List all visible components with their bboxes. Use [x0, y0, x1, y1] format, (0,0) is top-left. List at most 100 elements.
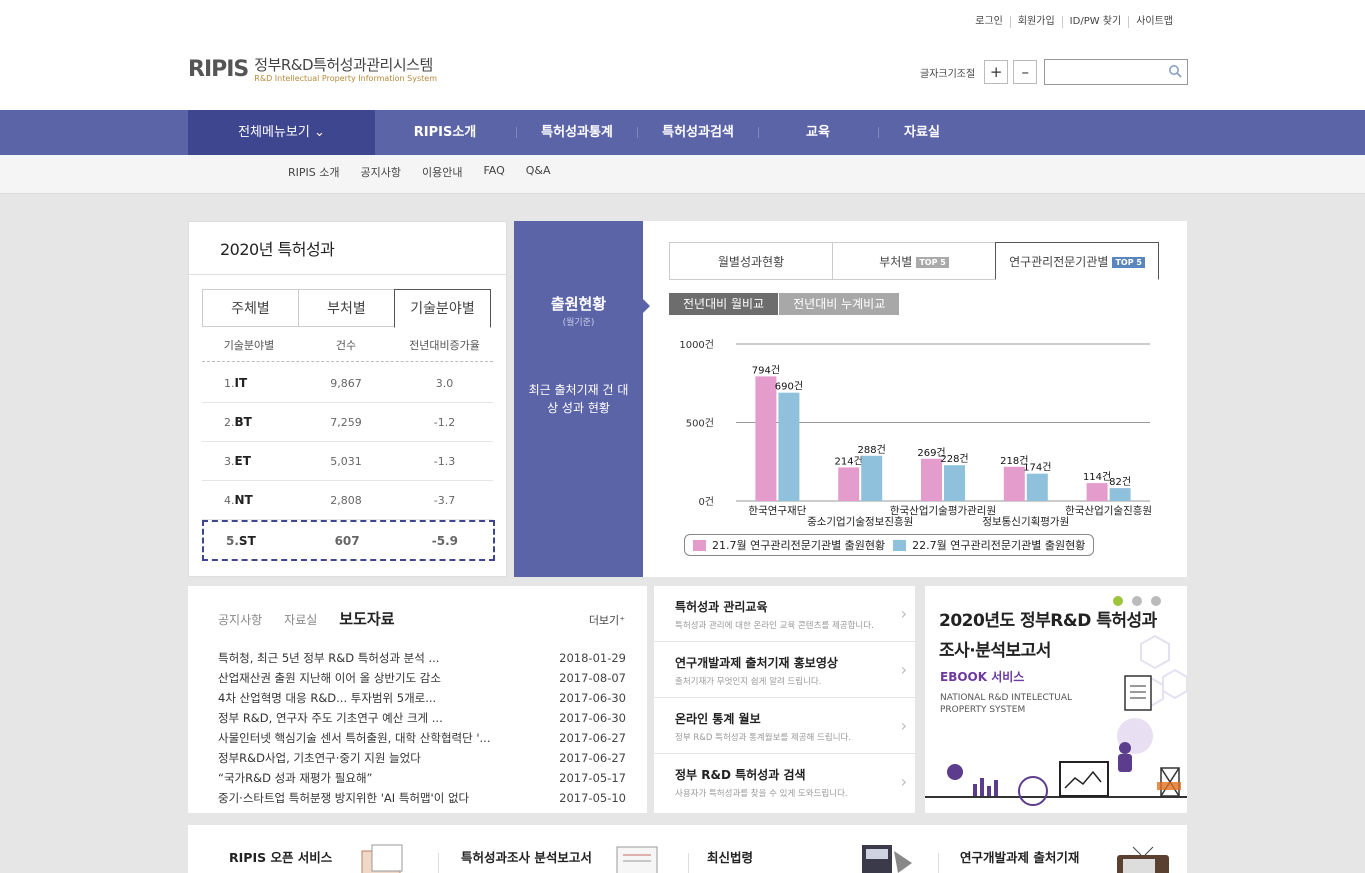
rank: 4.	[224, 494, 235, 507]
data-label: 82건	[1109, 476, 1131, 488]
bar	[1026, 473, 1048, 501]
list-item[interactable]: “국가R&D 성과 재평가 필요해” 2017-05-17	[218, 768, 626, 788]
year-tabs: 주체별 부처별 기술분야별	[202, 289, 491, 328]
quick-link-education[interactable]: 특허성과 관리교육 특허성과 관리에 대한 온라인 교육 콘텐츠를 제공합니다.…	[654, 586, 915, 642]
tech-field: ET	[234, 454, 251, 468]
logo-mark: RIPIS	[188, 57, 249, 82]
bottom-link-latest-laws[interactable]: 최신법령	[707, 847, 753, 866]
y-tick-label: 0건	[698, 496, 714, 508]
login-link[interactable]: 로그인	[968, 16, 1010, 28]
tab-resources[interactable]: 자료실	[284, 611, 317, 628]
link-title: 정부 R&D 특허성과 검색	[675, 768, 806, 782]
news-title[interactable]: 정부 R&D, 연구자 주도 기초연구 예산 크게 ...	[218, 708, 538, 728]
table-row: 4.NT 2,808 -3.7	[202, 481, 493, 520]
rank: 1.	[224, 377, 235, 390]
bottom-link-source-citation[interactable]: 연구개발과제 출처기재	[960, 847, 1079, 866]
find-idpw-link[interactable]: ID/PW 찾기	[1061, 16, 1129, 28]
ground-line	[925, 796, 1187, 798]
subnav-ripis-intro[interactable]: RIPIS 소개	[288, 164, 339, 180]
tab-monthly[interactable]: 월별성과현황	[669, 242, 833, 280]
x-tick-label: 한국산업기술진흥원	[1065, 504, 1152, 517]
join-link[interactable]: 회원가입	[1009, 16, 1062, 28]
sitemap-link[interactable]: 사이트맵	[1128, 16, 1180, 28]
subtab-monthly-compare[interactable]: 전년대비 월비교	[669, 293, 779, 315]
table-header: 기술분야별 건수 전년대비증가율	[202, 337, 493, 362]
subnav-usage-guide[interactable]: 이용안내	[422, 164, 462, 180]
utility-links: 로그인 회원가입 ID/PW 찾기 사이트맵	[968, 16, 1180, 28]
list-item[interactable]: 산업재산권 출원 지난해 이어 올 상반기도 감소 2017-08-07	[218, 668, 626, 688]
search-icon[interactable]	[1168, 64, 1182, 78]
report-icon	[616, 846, 658, 873]
bar	[1109, 488, 1131, 501]
quick-link-search[interactable]: 정부 R&D 특허성과 검색 사용자가 특허성과를 찾을 수 있게 도와드립니다…	[654, 754, 915, 810]
nav-ripis-intro[interactable]: RIPIS소개	[385, 110, 505, 155]
news-title[interactable]: 중기·스타트업 특허분쟁 방지위한 'AI 특허맵'이 없다	[218, 788, 538, 808]
tab-by-ministry[interactable]: 부처별 TOP 5	[832, 242, 996, 280]
tab-press[interactable]: 보도자료	[339, 608, 394, 629]
all-menu-button[interactable]: 전체메뉴보기 ⌄	[188, 110, 375, 155]
bar-graph-icon	[973, 778, 998, 796]
tab-by-tech-field[interactable]: 기술분야별	[394, 289, 491, 328]
subnav-notice[interactable]: 공지사항	[360, 164, 400, 180]
chart-tabs: 월별성과현황 부처별 TOP 5 연구관리전문기관별 TOP 5	[669, 242, 1159, 280]
chevron-right-icon: ›	[900, 716, 907, 735]
side-description: 최근 출처기재 건 대상 성과 현황	[528, 383, 629, 415]
subnav-qna[interactable]: Q&A	[526, 164, 551, 180]
data-label: 228건	[940, 453, 968, 465]
bottom-link-open-service[interactable]: RIPIS 오픈 서비스	[229, 847, 332, 866]
search-input[interactable]	[1044, 59, 1188, 85]
data-label: 214건	[835, 455, 863, 467]
report-banner[interactable]: 2020년도 정부R&D 특허성과 조사·분석보고서 EBOOK 서비스 NAT…	[925, 586, 1187, 813]
subnav-faq[interactable]: FAQ	[483, 164, 504, 180]
news-title[interactable]: 특허청, 최근 5년 정부 R&D 특허성과 분석 ...	[218, 648, 538, 668]
link-title: 연구개발과제 출처기재 홍보영상	[675, 656, 838, 670]
news-tabs: 공지사항 자료실 보도자료	[218, 608, 417, 629]
nav-patent-stats[interactable]: 특허성과통계	[517, 110, 637, 155]
list-item[interactable]: 중기·스타트업 특허분쟁 방지위한 'AI 특허맵'이 없다 2017-05-10	[218, 788, 626, 808]
bar	[1086, 483, 1108, 501]
list-item[interactable]: 특허청, 최근 5년 정부 R&D 특허성과 분석 ... 2018-01-29	[218, 648, 626, 668]
tv-icon	[1117, 846, 1169, 873]
font-decrease-button[interactable]: –	[1013, 60, 1038, 84]
quick-link-monthly-report[interactable]: 온라인 통계 월보 정부 R&D 특허성과 통계월보를 제공해 드립니다. ›	[654, 698, 915, 754]
quick-links-panel: 특허성과 관리교육 특허성과 관리에 대한 온라인 교육 콘텐츠를 제공합니다.…	[654, 586, 915, 813]
more-link[interactable]: 더보기⁺	[589, 612, 625, 628]
nav-patent-search[interactable]: 특허성과검색	[638, 110, 758, 155]
news-title[interactable]: 정부R&D사업, 기초연구·중기 지원 늘었다	[218, 748, 538, 768]
tab-notice[interactable]: 공지사항	[218, 611, 262, 628]
book-icon	[1157, 782, 1181, 790]
link-title: 온라인 통계 월보	[675, 712, 761, 726]
rank: 5.	[226, 533, 239, 548]
document-stack-icon	[361, 844, 403, 873]
divider	[438, 853, 439, 873]
list-item[interactable]: 정부 R&D, 연구자 주도 기초연구 예산 크게 ... 2017-06-30	[218, 708, 626, 728]
quick-link-video[interactable]: 연구개발과제 출처기재 홍보영상 출처기재가 무엇인지 쉽게 알려 드립니다. …	[654, 642, 915, 698]
news-title[interactable]: “국가R&D 성과 재평가 필요해”	[218, 768, 538, 788]
document-icon	[1124, 675, 1152, 711]
legend-label: 21.7월 연구관리전문기관별 출원현황	[712, 539, 886, 552]
list-item[interactable]: 4차 산업혁명 대응 R&D... 투자범위 5개로... 2017-06-30	[218, 688, 626, 708]
growth-rate: -1.2	[433, 415, 456, 429]
subtab-cumulative-compare[interactable]: 전년대비 누계비교	[779, 293, 900, 315]
tech-field: ST	[238, 533, 256, 548]
tab-by-ministry[interactable]: 부처별	[298, 289, 395, 327]
news-title[interactable]: 산업재산권 출원 지난해 이어 올 상반기도 감소	[218, 668, 538, 688]
table-row: 1.IT 9,867 3.0	[202, 364, 493, 403]
data-label: 794건	[752, 364, 780, 376]
globe-icon	[1018, 776, 1048, 806]
list-item[interactable]: 정부R&D사업, 기초연구·중기 지원 늘었다 2017-06-27	[218, 748, 626, 768]
site-logo[interactable]: RIPIS 정부R&D특허성과관리시스템 R&D Intellectual Pr…	[188, 58, 437, 83]
bar	[921, 458, 942, 501]
bar	[944, 465, 965, 501]
list-item[interactable]: 사물인터넷 핵심기술 센서 특허출원, 대학 산학협력단 '... 2017-06…	[218, 728, 626, 748]
news-title[interactable]: 사물인터넷 핵심기술 센서 특허출원, 대학 산학협력단 '...	[218, 728, 538, 748]
news-title[interactable]: 4차 산업혁명 대응 R&D... 투자범위 5개로...	[218, 688, 538, 708]
nav-education[interactable]: 교육	[758, 110, 878, 155]
tab-by-subject[interactable]: 주체별	[202, 289, 299, 327]
chart-subtabs: 전년대비 월비교 전년대비 누계비교	[669, 293, 900, 315]
tab-by-agency[interactable]: 연구관리전문기관별 TOP 5	[995, 242, 1159, 280]
nav-resources[interactable]: 자료실	[862, 110, 982, 155]
panel-title: 2020년 특허성과	[220, 240, 335, 259]
bottom-link-analysis-report[interactable]: 특허성과조사 분석보고서	[461, 847, 592, 866]
font-increase-button[interactable]: +	[984, 60, 1009, 84]
